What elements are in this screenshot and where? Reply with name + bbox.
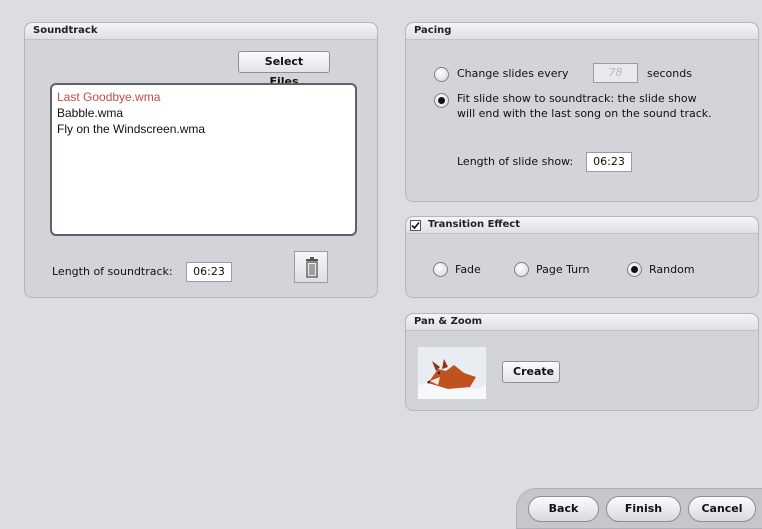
soundtrack-file-list[interactable]: Last Goodbye.wma Babble.wma Fly on the W… <box>50 83 357 236</box>
trash-icon[interactable] <box>294 251 328 283</box>
soundtrack-length-label: Length of soundtrack: <box>52 265 173 278</box>
create-button[interactable]: Create <box>502 361 560 383</box>
select-files-button[interactable]: Select Files <box>238 51 330 88</box>
transition-title: Transition Effect <box>428 219 521 230</box>
file-list-item[interactable]: Fly on the Windscreen.wma <box>57 121 350 137</box>
seconds-label: seconds <box>647 67 692 80</box>
pacing-title: Pacing <box>406 23 758 40</box>
fit-to-soundtrack-label-line2: will end with the last song on the sound… <box>457 107 712 120</box>
slide-interval-input[interactable]: 78 <box>593 63 638 83</box>
random-radio[interactable] <box>627 262 642 277</box>
fit-to-soundtrack-label-line1: Fit slide show to soundtrack: the slide … <box>457 92 697 105</box>
finish-button[interactable]: Finish <box>606 496 681 522</box>
fade-radio[interactable] <box>433 262 448 277</box>
soundtrack-panel: Soundtrack Select Files Last Goodbye.wma… <box>24 22 378 298</box>
transition-panel: Transition Effect Fade Page Turn Random <box>405 216 759 298</box>
file-list-item[interactable]: Last Goodbye.wma <box>57 89 350 105</box>
page-turn-label: Page Turn <box>536 263 590 276</box>
panzoom-panel: Pan & Zoom Create <box>405 313 759 411</box>
fade-label: Fade <box>455 263 481 276</box>
back-button[interactable]: Back <box>528 496 599 522</box>
soundtrack-title: Soundtrack <box>25 23 377 40</box>
panzoom-title: Pan & Zoom <box>406 314 758 331</box>
slideshow-length-label: Length of slide show: <box>457 155 574 168</box>
change-slides-label: Change slides every <box>457 67 569 80</box>
pacing-panel: Pacing Change slides every 78 seconds Fi… <box>405 22 759 202</box>
file-list-item[interactable]: Babble.wma <box>57 105 350 121</box>
transition-enabled-checkbox[interactable] <box>410 220 421 231</box>
random-label: Random <box>649 263 695 276</box>
soundtrack-length-value: 06:23 <box>186 262 232 282</box>
change-slides-radio[interactable] <box>434 67 449 82</box>
cancel-button[interactable]: Cancel <box>688 496 756 522</box>
transition-header: Transition Effect <box>406 217 758 234</box>
slideshow-length-value: 06:23 <box>586 152 632 172</box>
fox-thumbnail[interactable] <box>418 347 486 399</box>
page-turn-radio[interactable] <box>514 262 529 277</box>
fit-to-soundtrack-radio[interactable] <box>434 93 449 108</box>
